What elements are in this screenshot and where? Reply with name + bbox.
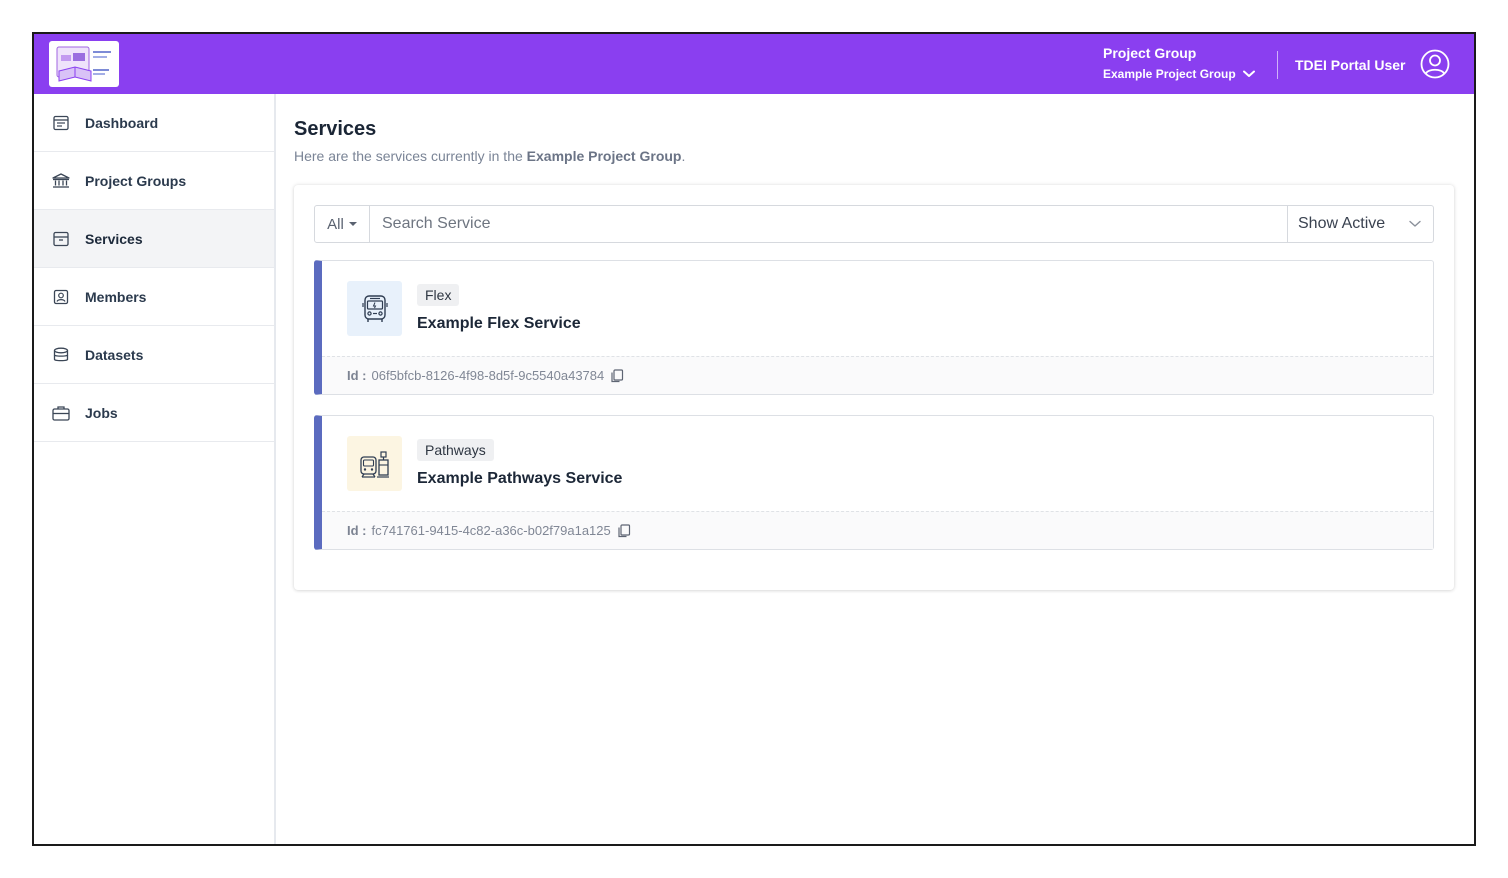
sidebar-item-members[interactable]: Members [34,268,274,326]
bus-icon [347,281,402,336]
subtitle-prefix: Here are the services currently in the [294,148,527,164]
page-title: Services [294,118,377,140]
project-group-label: Project Group [1103,45,1197,61]
sidebar-item-datasets[interactable]: Datasets [34,326,274,384]
sidebar-item-label: Dashboard [85,114,159,131]
service-id-label: Id : [347,368,367,383]
service-card[interactable]: Flex Example Flex Service Id : 06f5bfcb-… [314,260,1434,395]
bank-icon [52,172,70,190]
service-name[interactable]: Example Pathways Service [417,469,622,489]
top-header: Project Group Example Project Group TDEI… [34,34,1474,94]
project-group-switcher: Project Group Example Project Group [1103,44,1255,82]
page-subtitle: Here are the services currently in the E… [294,147,685,165]
status-filter-select[interactable]: Show Active [1287,205,1434,243]
service-id-label: Id : [347,523,367,538]
chevron-down-icon [1409,220,1421,227]
services-panel: All Show Active [294,185,1454,590]
service-card-header: Flex Example Flex Service [322,261,1433,356]
sidebar-item-label: Services [85,230,143,247]
member-badge-icon [52,288,70,306]
sidebar-item-label: Project Groups [85,172,187,189]
tdei-logo[interactable] [49,41,119,87]
user-avatar-icon[interactable] [1420,49,1450,79]
service-id-row: Id : 06f5bfcb-8126-4f98-8d5f-9c5540a4378… [322,356,1433,394]
status-filter-label: Show Active [1298,215,1386,232]
sidebar: Dashboard Project Groups Services Member… [34,94,276,844]
service-type-badge: Pathways [417,439,494,461]
service-card-header: Pathways Example Pathways Service [322,416,1433,511]
dashboard-icon [52,114,70,132]
archive-box-icon [52,230,70,248]
train-station-icon [347,436,402,491]
project-group-dropdown[interactable]: Example Project Group [1103,66,1255,82]
service-name[interactable]: Example Flex Service [417,314,581,334]
type-filter-label: All [327,215,344,233]
app-window: Project Group Example Project Group TDEI… [32,32,1476,846]
caret-down-icon [348,222,357,226]
service-type-badge: Flex [417,284,460,306]
briefcase-icon [52,404,70,422]
sidebar-item-project-groups[interactable]: Project Groups [34,152,274,210]
sidebar-item-label: Datasets [85,346,144,363]
copy-icon[interactable] [617,523,631,538]
sidebar-item-jobs[interactable]: Jobs [34,384,274,442]
subtitle-suffix: . [681,148,686,164]
service-id-value: fc741761-9415-4c82-a36c-b02f79a1a125 [371,523,611,538]
service-id-value: 06f5bfcb-8126-4f98-8d5f-9c5540a43784 [371,368,605,383]
service-card[interactable]: Pathways Example Pathways Service Id : f… [314,415,1434,550]
copy-icon[interactable] [610,368,624,383]
sidebar-item-label: Jobs [85,404,118,421]
project-group-value: Example Project Group [1103,67,1236,81]
search-service-input[interactable] [370,205,1287,243]
sidebar-item-services[interactable]: Services [34,210,274,268]
subtitle-group-name: Example Project Group [526,148,682,164]
header-divider [1277,51,1278,79]
chevron-down-icon [1242,70,1255,77]
sidebar-item-label: Members [85,288,147,305]
database-icon [52,346,70,364]
user-name[interactable]: TDEI Portal User [1295,56,1405,74]
sidebar-item-dashboard[interactable]: Dashboard [34,94,274,152]
search-row: All Show Active [314,205,1434,243]
type-filter-dropdown[interactable]: All [314,205,370,243]
service-id-row: Id : fc741761-9415-4c82-a36c-b02f79a1a12… [322,511,1433,549]
